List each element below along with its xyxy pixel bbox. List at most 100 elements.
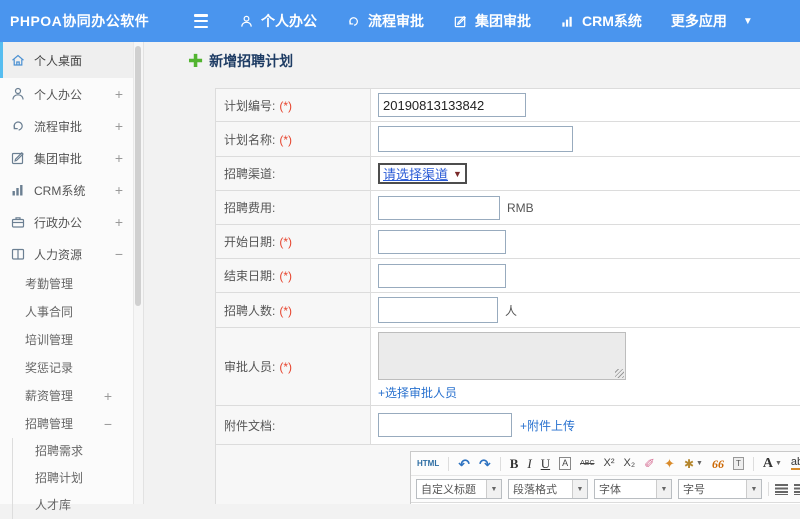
required-mark: (*) [279,235,292,249]
collapse-minus-icon[interactable]: − [115,246,123,262]
hamburger-menu-icon[interactable] [192,14,210,28]
sidebar: 个人桌面 个人办公 + 流程审批 + 集团审批 + [0,42,134,504]
table-row: 附件文档: +附件上传 [216,406,800,445]
sidebar-item-crm[interactable]: CRM系统 + [0,174,133,206]
redo-icon[interactable]: ↷ [479,457,491,471]
superscript-icon[interactable]: X² [604,458,615,469]
table-row: 计划名称:(*) [216,122,800,157]
sidebar-item-group-approval[interactable]: 集团审批 + [0,142,133,174]
expand-plus-icon[interactable]: + [115,214,123,230]
subscript-icon[interactable]: X₂ [624,458,636,469]
bar-chart-icon [10,182,26,198]
scrollbar-thumb[interactable] [135,46,141,306]
sidebar-item-hr-contract[interactable]: 人事合同 [0,298,133,326]
align-center-icon[interactable] [794,484,800,495]
field-label: 招聘费用: [224,201,275,215]
sidebar-item-recruit-demand[interactable]: 招聘需求 [13,438,133,465]
underline-icon[interactable]: U [541,457,550,470]
color-palette-icon[interactable]: ✱▼ [684,458,703,470]
required-mark: (*) [279,269,292,283]
editor-toolbar-top: HTML ↶ ↷ B I U A ABC X² X₂ ✐ ✦ [411,452,800,476]
field-label: 计划编号: [224,99,275,113]
sidebar-item-salary[interactable]: 薪资管理 + [0,382,133,410]
caret-down-icon: ▼ [572,480,587,498]
sidebar-item-talent-pool[interactable]: 人才库 [13,492,133,519]
blockquote-icon[interactable]: 66 [712,458,724,470]
paragraph-format-select[interactable]: 段落格式▼ [508,479,588,499]
collapse-minus-icon[interactable]: − [104,410,112,438]
font-size-select[interactable]: 字号▼ [678,479,762,499]
approvers-textarea[interactable] [378,332,626,380]
nav-item-group-approval[interactable]: 集团审批 [453,11,531,31]
expand-plus-icon[interactable]: + [115,118,123,134]
undo-icon[interactable]: ↶ [458,457,470,471]
table-row: 招聘渠道: 请选择渠道 ▼ [216,157,800,191]
headcount-input[interactable] [378,297,498,323]
table-row: 开始日期: (*) [216,225,800,259]
nav-item-more-apps[interactable]: 更多应用 ▼ [671,11,753,31]
html-source-button[interactable]: HTML [417,460,439,468]
nav-item-workflow-approval[interactable]: 流程审批 [346,11,424,31]
cost-input[interactable] [378,196,500,220]
edit-box-icon [453,14,468,29]
table-row: 审批人员:(*) +选择审批人员 [216,328,800,406]
attachment-input[interactable] [378,413,512,437]
sidebar-scrollbar[interactable] [134,42,144,504]
font-family-select[interactable]: 字体▼ [594,479,672,499]
format-brush-icon[interactable]: ✦ [664,457,675,470]
expand-plus-icon[interactable]: + [115,150,123,166]
start-date-input[interactable] [378,230,506,254]
plan-number-input[interactable] [378,93,526,117]
sidebar-item-personal-office[interactable]: 个人办公 + [0,78,133,110]
currency-unit: RMB [507,201,534,215]
sidebar-item-training[interactable]: 培训管理 [0,326,133,354]
required-mark: (*) [279,99,292,113]
bold-icon[interactable]: B [510,457,519,470]
field-label: 附件文档: [224,419,275,433]
caret-down-icon: ▼ [775,460,782,467]
recruit-submenu: 招聘需求 招聘计划 人才库 [12,438,133,519]
sidebar-item-attendance[interactable]: 考勤管理 [0,270,133,298]
bar-chart-icon [560,14,575,29]
select-approvers-link[interactable]: +选择审批人员 [378,384,457,401]
highlight-icon[interactable]: ab▼ [791,457,800,470]
select-arrow-icon: ▼ [453,169,462,179]
align-left-icon[interactable] [775,484,788,495]
table-row: 结束日期:(*) [216,259,800,293]
sidebar-item-hr[interactable]: 人力资源 − [0,238,133,270]
field-label: 审批人员: [224,360,275,374]
table-row: 计划编号: (*) [216,89,800,122]
expand-plus-icon[interactable]: + [115,182,123,198]
sidebar-item-personal-desktop[interactable]: 个人桌面 [0,42,133,78]
nav-item-personal-office[interactable]: 个人办公 [239,11,317,31]
plus-icon: ✚ [188,53,203,69]
sidebar-item-recruit-plan[interactable]: 招聘计划 [13,465,133,492]
editor-toolbar-bottom: 自定义标题▼ 段落格式▼ 字体▼ 字号▼ ∞ [411,476,800,503]
eraser-icon[interactable]: ✐ [644,457,655,470]
font-box-icon[interactable]: A [559,457,571,470]
channel-select[interactable]: 请选择渠道 ▼ [378,163,467,184]
rich-text-editor: HTML ↶ ↷ B I U A ABC X² X₂ ✐ ✦ [410,451,800,504]
plan-name-input[interactable] [378,126,573,152]
sidebar-item-workflow-approval[interactable]: 流程审批 + [0,110,133,142]
person-icon [239,14,254,29]
sidebar-item-rewards[interactable]: 奖惩记录 [0,354,133,382]
custom-heading-select[interactable]: 自定义标题▼ [416,479,502,499]
nav-item-crm[interactable]: CRM系统 [560,11,642,31]
book-icon [10,246,26,262]
end-date-input[interactable] [378,264,506,288]
sidebar-item-recruit-mgmt[interactable]: 招聘管理 − [0,410,133,438]
paste-as-text-icon[interactable]: T [733,457,744,470]
attachment-upload-link[interactable]: +附件上传 [520,417,575,434]
page-title: ✚ 新增招聘计划 [188,51,293,71]
caret-down-icon: ▼ [656,480,671,498]
phpoa-app: { "navbar": { "brand": "PHPOA协同办公软件", "i… [0,0,800,504]
expand-plus-icon[interactable]: + [115,86,123,102]
sidebar-item-admin-office[interactable]: 行政办公 + [0,206,133,238]
field-label: 开始日期: [224,235,275,249]
strikethrough-icon[interactable]: ABC [580,460,594,467]
italic-icon[interactable]: I [527,457,531,470]
recruit-plan-form: 计划编号: (*) 计划名称:(*) 招聘渠道: 请选择渠道 ▼ 招聘费用: RM… [215,88,800,504]
expand-plus-icon[interactable]: + [104,382,112,410]
font-color-icon[interactable]: A▼ [763,457,782,471]
